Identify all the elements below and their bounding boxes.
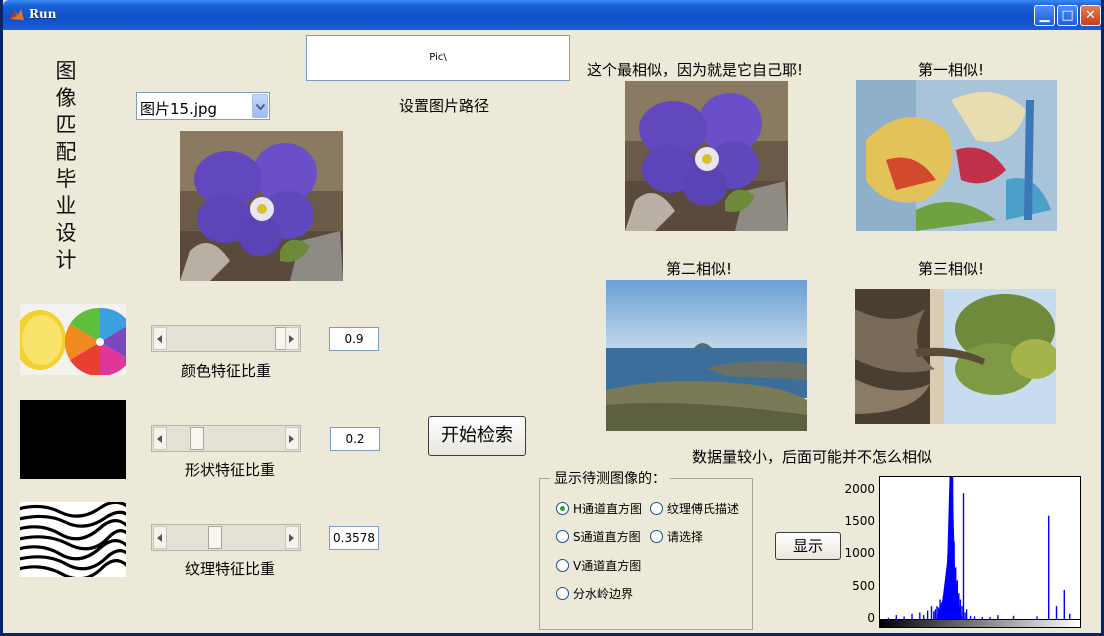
texture-weight-value[interactable]: 0.3578 xyxy=(329,526,379,550)
window-title: Run xyxy=(29,7,57,21)
slider-left-arrow[interactable] xyxy=(153,427,167,450)
matlab-icon xyxy=(9,7,25,23)
start-search-button[interactable]: 开始检索 xyxy=(428,416,526,456)
path-input-value: Pic\ xyxy=(429,52,447,63)
path-label: 设置图片路径 xyxy=(399,97,490,115)
histogram-bar xyxy=(962,493,965,619)
maximize-button[interactable]: □ xyxy=(1057,5,1078,26)
shape-feature-thumb xyxy=(20,400,126,479)
color-weight-label: 颜色特征比重 xyxy=(181,362,272,380)
radio-s-histogram[interactable]: S通道直方图 xyxy=(556,527,641,545)
second-match-image xyxy=(606,280,807,431)
shape-weight-slider[interactable] xyxy=(151,425,301,452)
slider-thumb[interactable] xyxy=(208,526,222,549)
histogram-bar xyxy=(1055,606,1058,619)
display-group-title: 显示待测图像的： xyxy=(550,468,670,488)
histogram-chart xyxy=(879,476,1081,628)
histogram-bar xyxy=(926,610,929,619)
radio-please-select[interactable]: 请选择 xyxy=(650,527,703,545)
histogram-bar xyxy=(930,606,933,619)
show-button[interactable]: 显示 xyxy=(775,532,841,560)
color-weight-value[interactable]: 0.9 xyxy=(329,327,379,351)
radio-icon xyxy=(556,529,569,543)
color-feature-thumb xyxy=(20,304,126,375)
caption-best: 这个最相似，因为就是它自己耶! xyxy=(587,61,804,79)
close-icon: ✕ xyxy=(1085,8,1096,23)
radio-icon xyxy=(650,529,663,543)
minimize-icon: ▁ xyxy=(1039,8,1050,23)
shape-weight-value[interactable]: 0.2 xyxy=(330,427,380,451)
query-image xyxy=(180,131,343,281)
close-button[interactable]: ✕ xyxy=(1080,5,1101,26)
histogram-bar xyxy=(934,609,937,619)
best-match-image xyxy=(625,81,788,231)
y-tick-label: 1500 xyxy=(844,514,875,529)
app-window: Run ▁ □ ✕ 图像匹配毕业设计 图片15.jpg Pic\ 设置图片路径 xyxy=(0,0,1104,636)
radio-selected-icon xyxy=(556,501,569,515)
caption-first: 第一相似! xyxy=(918,61,985,79)
radio-watershed[interactable]: 分水岭边界 xyxy=(556,584,633,602)
caption-second: 第二相似! xyxy=(666,260,733,278)
texture-weight-label: 纹理特征比重 xyxy=(185,560,276,578)
texture-feature-thumb xyxy=(20,502,126,577)
slider-right-arrow[interactable] xyxy=(285,526,299,549)
radio-v-histogram[interactable]: V通道直方图 xyxy=(556,556,641,574)
slider-right-arrow[interactable] xyxy=(285,327,299,350)
image-select-value: 图片15.jpg xyxy=(140,100,218,118)
radio-icon xyxy=(556,558,569,572)
maximize-icon: □ xyxy=(1061,8,1074,23)
slider-left-arrow[interactable] xyxy=(153,526,167,549)
project-title: 图像匹配毕业设计 xyxy=(55,59,77,272)
histogram-bar xyxy=(1063,590,1065,619)
display-options-group: 显示待测图像的： H通道直方图 纹理傅氏描述 S通道直方图 请选择 V通道直方图… xyxy=(539,468,753,630)
first-match-image xyxy=(856,80,1057,231)
texture-weight-slider[interactable] xyxy=(151,524,301,551)
slider-left-arrow[interactable] xyxy=(153,327,167,350)
radio-h-histogram[interactable]: H通道直方图 xyxy=(556,499,642,517)
caption-third: 第三相似! xyxy=(918,260,985,278)
y-tick-label: 1000 xyxy=(844,546,875,561)
image-select[interactable]: 图片15.jpg xyxy=(136,92,270,120)
y-tick-label: 500 xyxy=(852,578,875,593)
histogram-bar xyxy=(933,611,935,619)
y-tick-label: 0 xyxy=(867,611,875,625)
radio-icon xyxy=(556,586,569,600)
shape-weight-label: 形状特征比重 xyxy=(185,461,276,479)
histogram-bar xyxy=(965,609,968,619)
chevron-down-icon[interactable] xyxy=(252,94,268,118)
histogram-peak xyxy=(936,477,963,619)
y-tick-label: 2000 xyxy=(844,481,875,496)
histogram-plot xyxy=(887,477,1071,619)
title-bar[interactable]: Run ▁ □ ✕ xyxy=(3,0,1101,30)
data-note: 数据量较小，后面可能并不怎么相似 xyxy=(692,448,933,466)
histogram-gradient-bar xyxy=(879,619,1081,628)
path-input[interactable]: Pic\ xyxy=(306,35,570,81)
slider-right-arrow[interactable] xyxy=(285,427,299,450)
histogram-bar xyxy=(1048,515,1050,619)
third-match-image xyxy=(855,289,1056,424)
color-weight-slider[interactable] xyxy=(151,325,301,352)
minimize-button[interactable]: ▁ xyxy=(1034,5,1055,26)
client-area: 图像匹配毕业设计 图片15.jpg Pic\ 设置图片路径 这个最相似，因为就是… xyxy=(3,30,1101,633)
radio-icon xyxy=(650,501,663,515)
slider-thumb[interactable] xyxy=(190,427,204,450)
radio-texture-fourier[interactable]: 纹理傅氏描述 xyxy=(650,499,739,517)
